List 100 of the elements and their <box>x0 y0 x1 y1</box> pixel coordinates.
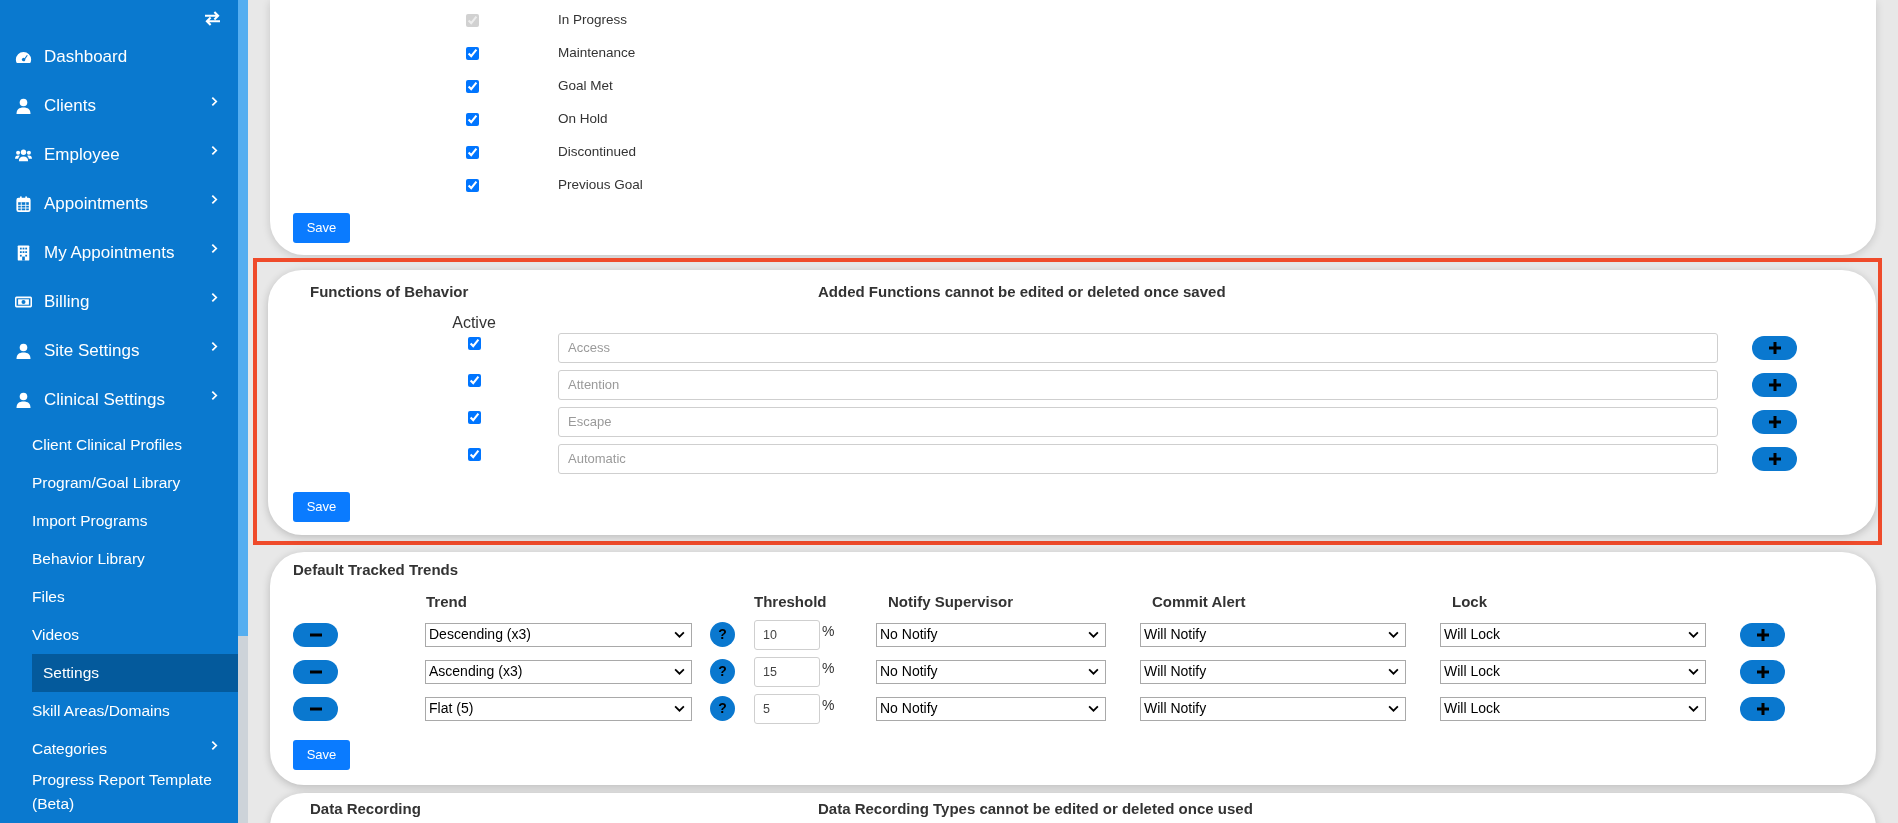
checkbox[interactable] <box>468 448 481 461</box>
chevron-right-icon <box>211 96 218 107</box>
lock-select[interactable]: Will Lock <box>1440 622 1706 647</box>
sidebar-item[interactable]: Dashboard <box>0 32 238 81</box>
plus-icon <box>1767 377 1782 392</box>
chevron-down-icon <box>1388 705 1399 712</box>
section-title: Functions of Behavior <box>310 281 470 302</box>
checkbox[interactable] <box>466 146 479 159</box>
chevron-right-icon <box>211 341 218 352</box>
sidebar-item[interactable]: My Appointments <box>0 228 238 277</box>
plus-icon <box>1767 340 1782 355</box>
sidebar-subitem[interactable]: Categories <box>32 730 238 768</box>
sidebar-item[interactable]: Billing <box>0 277 238 326</box>
checkbox[interactable] <box>468 411 481 424</box>
user-icon <box>15 391 32 408</box>
checkbox[interactable] <box>466 80 479 93</box>
chevron-down-icon <box>674 705 685 712</box>
commit-select[interactable]: Will Notify <box>1140 696 1406 721</box>
sidebar-subitem[interactable]: Behavior Library <box>32 540 238 578</box>
add-button[interactable] <box>1752 446 1797 471</box>
chevron-right-icon <box>211 390 218 401</box>
add-button[interactable] <box>1752 409 1797 434</box>
help-button[interactable]: ? <box>710 696 735 721</box>
sidebar-subitem[interactable]: Progress Report Template (Beta) <box>32 768 238 816</box>
sidebar-subitem[interactable]: Program/Goal Library <box>32 464 238 502</box>
sidebar-subitem[interactable]: Videos <box>32 616 238 654</box>
help-button[interactable]: ? <box>710 622 735 647</box>
sidebar-item[interactable]: Clients <box>0 81 238 130</box>
add-button[interactable] <box>1752 372 1797 397</box>
text-field[interactable]: Access <box>558 332 1718 363</box>
threshold-field[interactable]: 10 <box>754 619 820 650</box>
status-label: Goal Met <box>558 77 613 96</box>
chevron-right-icon <box>211 292 218 303</box>
sidebar-subitem[interactable]: Skill Areas/Domains <box>32 692 238 730</box>
scrollbar[interactable] <box>238 0 248 823</box>
text-field[interactable]: Automatic <box>558 443 1718 474</box>
remove-button[interactable] <box>293 696 338 721</box>
lock-select[interactable]: Will Lock <box>1440 696 1706 721</box>
threshold-field[interactable]: 15 <box>754 656 820 687</box>
swap-icon <box>203 11 222 26</box>
save-button[interactable]: Save <box>293 492 350 522</box>
text-field[interactable]: Attention <box>558 369 1718 400</box>
remove-button[interactable] <box>293 659 338 684</box>
plus-icon <box>1755 664 1770 679</box>
status-label: Maintenance <box>558 44 636 63</box>
plus-icon <box>1767 414 1782 429</box>
help-button[interactable]: ? <box>710 659 735 684</box>
checkbox[interactable] <box>468 337 481 350</box>
section-notice: Data Recording Types cannot be edited or deleted once used <box>818 799 1253 817</box>
save-button[interactable]: Save <box>293 740 350 770</box>
chevron-right-icon <box>211 145 218 156</box>
chevron-down-icon <box>1088 705 1099 712</box>
unit-label: % <box>822 696 836 715</box>
save-button[interactable]: Save <box>293 213 350 243</box>
checkbox[interactable] <box>466 113 479 126</box>
chevron-down-icon <box>674 668 685 675</box>
plus-icon <box>1767 451 1782 466</box>
status-label: Previous Goal <box>558 176 643 195</box>
commit-select[interactable]: Will Notify <box>1140 659 1406 684</box>
checkbox[interactable] <box>468 374 481 387</box>
notify-select[interactable]: No Notify <box>876 622 1106 647</box>
chevron-down-icon <box>1688 668 1699 675</box>
sidebar-subitem[interactable]: Files <box>32 578 238 616</box>
commit-select[interactable]: Will Notify <box>1140 622 1406 647</box>
sidebar-subitem[interactable]: Settings <box>32 654 238 692</box>
add-button[interactable] <box>1740 622 1785 647</box>
trend-select[interactable]: Ascending (x3) <box>425 659 692 684</box>
threshold-field[interactable]: 5 <box>754 693 820 724</box>
notify-select[interactable]: No Notify <box>876 696 1106 721</box>
chevron-down-icon <box>674 631 685 638</box>
chevron-down-icon <box>1688 705 1699 712</box>
sidebar-item[interactable]: Site Settings <box>0 326 238 375</box>
add-button[interactable] <box>1740 696 1785 721</box>
sidebar-item[interactable]: Clinical Settings <box>0 375 238 424</box>
add-button[interactable] <box>1752 335 1797 360</box>
sidebar-subitem[interactable]: Import Programs <box>32 502 238 540</box>
chevron-right-icon <box>211 194 218 205</box>
trend-select[interactable]: Flat (5) <box>425 696 692 721</box>
text-field[interactable]: Escape <box>558 406 1718 437</box>
column-header: Lock <box>1452 592 1487 610</box>
sidebar-item[interactable]: Employee <box>0 130 238 179</box>
trend-select[interactable]: Descending (x3) <box>425 622 692 647</box>
plus-icon <box>1755 627 1770 642</box>
checkbox[interactable] <box>466 179 479 192</box>
status-label: In Progress <box>558 11 628 30</box>
column-header: Threshold <box>754 592 827 610</box>
add-button[interactable] <box>1740 659 1785 684</box>
chevron-right-icon <box>211 739 218 751</box>
lock-select[interactable]: Will Lock <box>1440 659 1706 684</box>
notify-select[interactable]: No Notify <box>876 659 1106 684</box>
calendar-icon <box>15 195 32 212</box>
column-header: Active <box>451 314 497 332</box>
building-icon <box>15 244 32 261</box>
chevron-down-icon <box>1088 631 1099 638</box>
section-title: Data Recording <box>310 799 422 817</box>
sidebar-item[interactable]: Appointments <box>0 179 238 228</box>
column-header: Commit Alert <box>1152 592 1246 610</box>
sidebar-subitem[interactable]: Client Clinical Profiles <box>32 426 238 464</box>
remove-button[interactable] <box>293 622 338 647</box>
checkbox[interactable] <box>466 47 479 60</box>
